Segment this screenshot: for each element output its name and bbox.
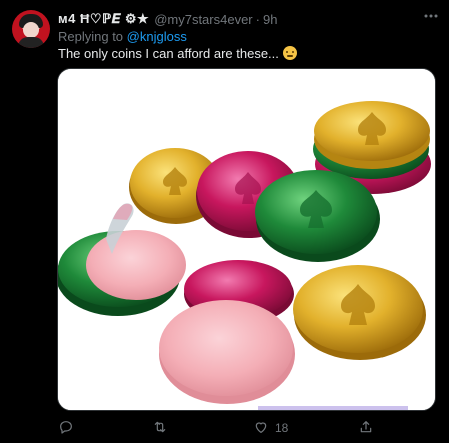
share-button[interactable] xyxy=(358,418,380,438)
reply-context: Replying to @knjgloss xyxy=(58,29,187,44)
like-button[interactable]: 18 xyxy=(253,418,288,438)
tweet-header: ᴍ4 Ħ♡ℙ𝑬 ⚙★ @my7stars4ever · 9h xyxy=(58,11,277,27)
retweet-icon xyxy=(152,419,168,438)
retweet-button[interactable] xyxy=(152,418,174,438)
heart-icon xyxy=(253,419,269,438)
timestamp[interactable]: 9h xyxy=(263,12,277,27)
avatar[interactable] xyxy=(12,10,50,48)
tweet-media-image[interactable] xyxy=(57,68,436,411)
separator-dot: · xyxy=(255,11,260,27)
more-horizontal-icon[interactable] xyxy=(421,9,441,25)
tweet-text: The only coins I can afford are these... xyxy=(58,46,297,61)
reply-prefix: Replying to xyxy=(58,29,124,44)
like-count: 18 xyxy=(275,421,289,435)
pink-candy-disc xyxy=(159,300,295,404)
avatar-face xyxy=(23,22,39,38)
reply-button[interactable] xyxy=(58,418,80,438)
tweet[interactable]: ᴍ4 Ħ♡ℙ𝑬 ⚙★ @my7stars4ever · 9h Replying … xyxy=(0,0,449,443)
tweet-actions: 18 xyxy=(58,418,438,438)
reply-to-link[interactable]: @knjgloss xyxy=(127,29,187,44)
slightly-smiling-face-icon xyxy=(282,46,297,60)
avatar-body xyxy=(18,37,44,48)
display-name[interactable]: ᴍ4 Ħ♡ℙ𝑬 ⚙★ xyxy=(58,11,149,27)
user-handle[interactable]: @my7stars4ever xyxy=(154,12,252,27)
wrapper-scraps xyxy=(258,406,408,410)
share-icon xyxy=(358,419,374,438)
reply-icon xyxy=(58,419,74,438)
tweet-body: The only coins I can afford are these... xyxy=(58,46,279,61)
chocolate-coins-photo xyxy=(58,69,435,410)
